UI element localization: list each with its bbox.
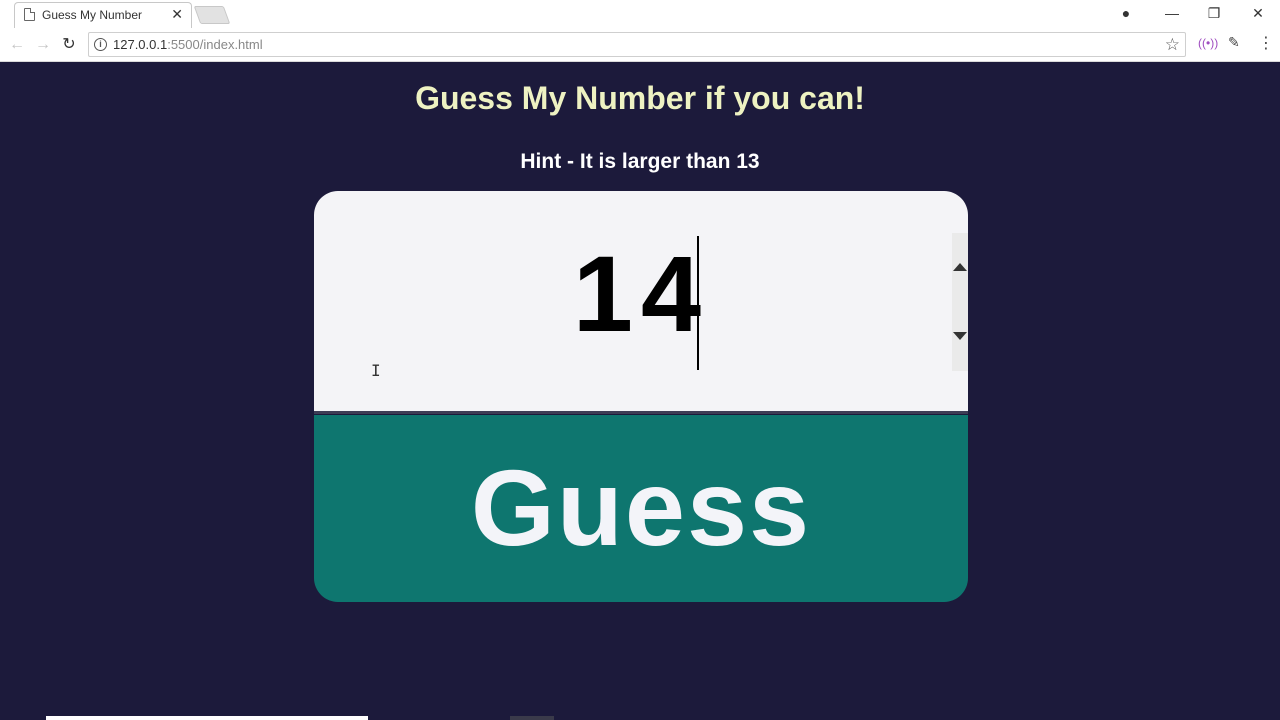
browser-tab[interactable]: Guess My Number ✕ xyxy=(14,2,192,28)
page-title: Guess My Number if you can! xyxy=(415,80,865,116)
bookmark-star-icon[interactable]: ☆ xyxy=(1165,35,1180,55)
tab-title: Guess My Number xyxy=(42,8,143,22)
taskbar-indicator-secondary xyxy=(510,716,554,720)
restore-button[interactable]: ❐ xyxy=(1196,2,1232,24)
ibeam-cursor-icon: I xyxy=(371,361,381,380)
page-icon xyxy=(24,8,35,21)
close-window-button[interactable]: ✕ xyxy=(1240,2,1276,24)
forward-icon[interactable]: → xyxy=(32,34,54,56)
back-icon[interactable]: ← xyxy=(6,34,28,56)
page-body: Guess My Number if you can! Hint - It is… xyxy=(0,62,1280,720)
text-caret xyxy=(697,236,699,370)
browser-toolbar: ← → ↻ i 127.0.0.1:5500/index.html ☆ ((•)… xyxy=(0,28,1280,62)
reload-icon[interactable]: ↻ xyxy=(58,34,80,56)
tab-close-icon[interactable]: ✕ xyxy=(171,6,183,22)
info-icon[interactable]: i xyxy=(94,38,107,51)
menu-icon[interactable]: ⋮ xyxy=(1258,33,1274,53)
guess-button[interactable]: Guess xyxy=(314,415,968,602)
eyedropper-icon[interactable]: ✎ xyxy=(1228,34,1240,51)
spin-up-icon[interactable] xyxy=(953,263,967,271)
guess-number-input[interactable]: 14 I xyxy=(314,191,968,414)
guess-value: 14 xyxy=(572,233,710,354)
account-icon[interactable]: ● xyxy=(1108,2,1144,24)
url-text: 127.0.0.1:5500/index.html xyxy=(113,37,263,52)
new-tab-button[interactable] xyxy=(193,6,231,24)
taskbar-indicator xyxy=(46,716,368,720)
browser-tab-bar: Guess My Number ✕ ● — ❐ ✕ xyxy=(0,0,1280,28)
extension-broadcast-icon[interactable]: ((•)) xyxy=(1198,36,1218,50)
address-bar[interactable]: i 127.0.0.1:5500/index.html ☆ xyxy=(88,32,1186,57)
hint-text: Hint - It is larger than 13 xyxy=(520,150,760,173)
guess-button-label: Guess xyxy=(470,447,812,568)
minimize-button[interactable]: — xyxy=(1154,2,1190,24)
number-spinner[interactable] xyxy=(952,233,968,371)
spin-down-icon[interactable] xyxy=(953,332,967,340)
